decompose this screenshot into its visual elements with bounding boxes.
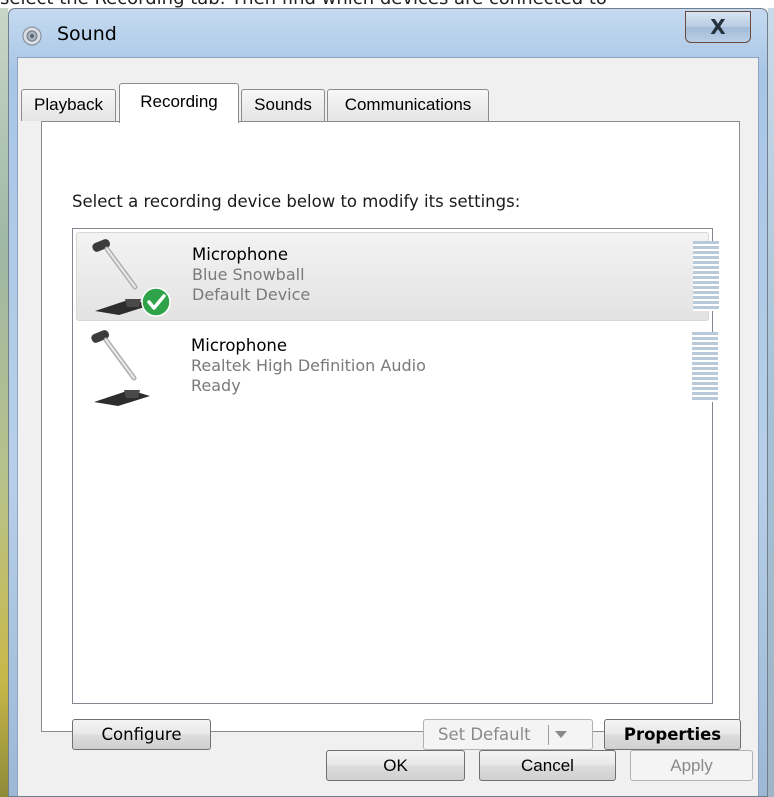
properties-button[interactable]: Properties bbox=[604, 719, 741, 750]
chevron-down-icon[interactable] bbox=[555, 731, 567, 738]
tab-playback[interactable]: Playback bbox=[21, 89, 116, 121]
tab-recording[interactable]: Recording bbox=[119, 83, 239, 123]
split-divider bbox=[548, 725, 549, 745]
device-status: Ready bbox=[191, 376, 241, 395]
microphone-icon bbox=[91, 330, 150, 406]
window-title: Sound bbox=[57, 23, 117, 45]
speaker-icon[interactable] bbox=[21, 25, 43, 47]
apply-button[interactable]: Apply bbox=[630, 750, 753, 781]
recording-tab-panel: Select a recording device below to modif… bbox=[41, 121, 741, 750]
background-text-strip: select the Recording tab. Then find whic… bbox=[0, 0, 774, 8]
background-cutoff-text: select the Recording tab. Then find whic… bbox=[0, 0, 607, 8]
sound-dialog: Sound X Playback Recording Sounds Commun… bbox=[8, 8, 768, 797]
recording-instruction: Select a recording device below to modif… bbox=[72, 192, 521, 211]
set-default-label: Set Default bbox=[438, 725, 531, 744]
device-name: Microphone bbox=[191, 336, 288, 355]
desktop-background-right bbox=[768, 8, 774, 797]
set-default-button[interactable]: Set Default bbox=[423, 719, 593, 750]
device-name: Microphone bbox=[192, 245, 289, 264]
tab-sounds[interactable]: Sounds bbox=[241, 89, 325, 121]
cancel-button[interactable]: Cancel bbox=[479, 750, 616, 781]
device-row-realtek[interactable]: Microphone Realtek High Definition Audio… bbox=[76, 324, 718, 413]
dialog-client-area: Playback Recording Sounds Communications… bbox=[17, 57, 759, 796]
device-description: Blue Snowball bbox=[192, 265, 305, 284]
title-bar[interactable]: Sound X bbox=[9, 9, 767, 59]
close-button[interactable]: X bbox=[685, 11, 751, 43]
level-meter bbox=[692, 332, 718, 402]
tab-communications[interactable]: Communications bbox=[327, 89, 489, 121]
device-description: Realtek High Definition Audio bbox=[191, 356, 426, 375]
ok-button[interactable]: OK bbox=[326, 750, 465, 781]
recording-device-list[interactable]: Microphone Blue Snowball Default Device … bbox=[72, 228, 719, 704]
desktop-background-left bbox=[0, 8, 8, 797]
level-meter bbox=[693, 241, 719, 311]
device-row-blue-snowball[interactable]: Microphone Blue Snowball Default Device bbox=[76, 232, 719, 321]
configure-button[interactable]: Configure bbox=[72, 719, 211, 750]
checkmark-icon bbox=[141, 287, 171, 317]
device-status: Default Device bbox=[192, 285, 311, 304]
